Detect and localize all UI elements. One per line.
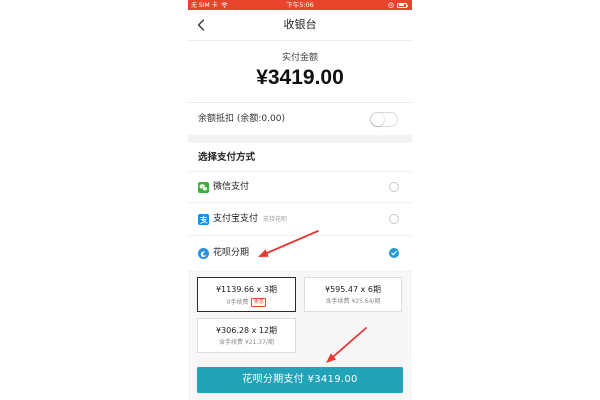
method-note: 支持花呗: [263, 215, 288, 223]
section-separator: [188, 135, 412, 143]
amount-value: ¥3419.00: [256, 66, 344, 89]
payment-method-header: 选择支付方式: [188, 143, 412, 172]
status-bar: 无 SIM 卡 下午5:06: [188, 0, 412, 10]
amount-label: 实付金额: [281, 53, 318, 63]
status-time: 下午5:06: [286, 0, 314, 9]
installment-fee: 0手续费: [226, 299, 249, 306]
huabei-pay-button[interactable]: 花呗分期支付 ¥3419.00: [197, 367, 403, 393]
installment-option-6[interactable]: ¥595.47 x 6期 含手续费 ¥25.64/期: [304, 277, 402, 312]
payment-method-huabei[interactable]: 花呗分期: [188, 236, 412, 270]
nav-bar: 收银台: [188, 10, 412, 41]
wechat-pay-icon: [198, 181, 209, 193]
installment-fee: 含手续费 ¥25.64/期: [325, 298, 381, 305]
huabei-icon: [198, 247, 209, 259]
battery-icon: [397, 2, 409, 8]
payment-method-alipay[interactable]: 支付宝支付 支持花呗: [188, 203, 412, 236]
method-name: 花呗分期: [213, 247, 250, 258]
method-label-group: 支付宝支付 支持花呗: [213, 214, 287, 225]
installment-amount: ¥1139.66 x 3期: [215, 285, 278, 294]
installment-amount: ¥306.28 x 12期: [215, 326, 278, 335]
carrier-label: 无 SIM 卡: [191, 1, 218, 9]
balance-deduction-label: 余额抵扣 (余额:0.00): [198, 114, 285, 124]
section-title: 选择支付方式: [198, 152, 256, 163]
installment-amount: ¥595.47 x 6期: [325, 285, 381, 294]
page-title: 收银台: [283, 18, 317, 31]
installment-option-3[interactable]: ¥1139.66 x 3期 0手续费 免息: [197, 277, 296, 312]
payment-method-wechat[interactable]: 微信支付: [188, 172, 412, 203]
balance-deduction-row: 余额抵扣 (余额:0.00): [188, 103, 412, 135]
method-radio[interactable]: [389, 214, 399, 224]
checkmark-icon: [391, 250, 397, 256]
method-label-group: 花呗分期: [213, 248, 249, 259]
installment-option-12[interactable]: ¥306.28 x 12期 含手续费 ¥21.37/期: [197, 318, 296, 353]
balance-deduction-toggle[interactable]: [370, 112, 398, 127]
installment-fee-line: 0手续费 免息: [198, 298, 295, 307]
installment-fee: 含手续费 ¥21.37/期: [219, 339, 274, 346]
method-name: 支付宝支付: [213, 213, 259, 224]
alarm-icon: [388, 2, 394, 8]
back-chevron-icon[interactable]: [197, 19, 205, 31]
method-label-group: 微信支付: [213, 182, 249, 193]
method-radio[interactable]: [389, 182, 399, 192]
wifi-icon: [221, 2, 228, 8]
method-radio[interactable]: [389, 248, 399, 258]
interest-free-badge: 免息: [251, 298, 267, 307]
alipay-icon: [198, 213, 209, 225]
phone-screen: 无 SIM 卡 下午5:06 收银台 实付金额 ¥3419.00 余额抵扣 (余…: [188, 0, 412, 400]
method-name: 微信支付: [213, 181, 250, 192]
